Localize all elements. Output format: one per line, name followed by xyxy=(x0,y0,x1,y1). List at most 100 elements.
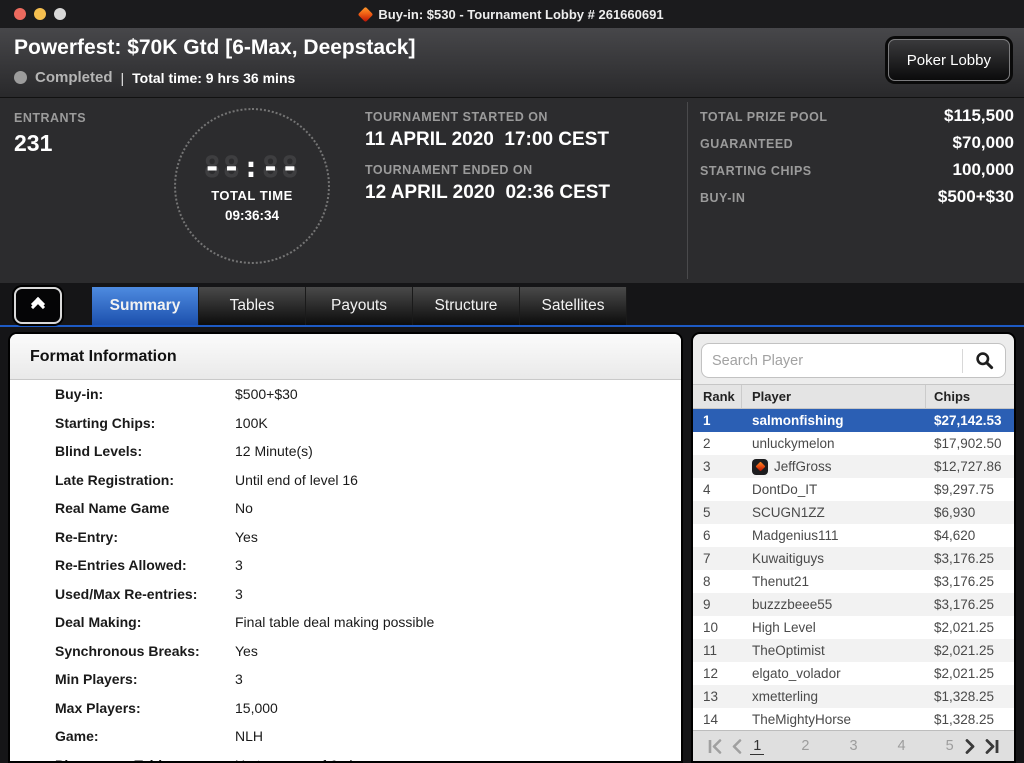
format-info-label: Synchronous Breaks: xyxy=(55,642,200,659)
format-info-value: 3 xyxy=(235,557,243,574)
player-row[interactable]: 14 TheMightyHorse $1,328.25 xyxy=(693,708,1014,730)
player-name-cell: Madgenius111 xyxy=(742,528,926,543)
ended-on-label: TOURNAMENT ENDED ON xyxy=(365,163,533,177)
format-info-value: 3 xyxy=(235,585,243,602)
player-row[interactable]: 6 Madgenius111 $4,620 xyxy=(693,524,1014,547)
previous-page-button[interactable] xyxy=(731,738,743,754)
format-info-row: Re-Entry: Yes xyxy=(10,523,681,552)
player-name-cell: salmonfishing xyxy=(742,413,926,428)
player-row[interactable]: 1 salmonfishing $27,142.53 xyxy=(693,409,1014,432)
stat-label: STARTING CHIPS xyxy=(700,164,812,178)
poker-lobby-button[interactable]: Poker Lobby xyxy=(887,39,1010,81)
status-label: Completed xyxy=(35,69,113,86)
page-number-2[interactable]: 2 xyxy=(798,738,812,755)
chips-cell: $2,021.25 xyxy=(934,666,995,681)
tab-structure[interactable]: Structure xyxy=(413,287,520,325)
rank-cell: 9 xyxy=(703,597,711,612)
stat-label: TOTAL PRIZE POOL xyxy=(700,110,828,124)
next-page-button[interactable] xyxy=(964,738,976,754)
rank-cell: 1 xyxy=(703,413,711,428)
player-row[interactable]: 4 DontDo_IT $9,297.75 xyxy=(693,478,1014,501)
player-row[interactable]: 13 xmetterling $1,328.25 xyxy=(693,685,1014,708)
format-information-title: Format Information xyxy=(10,334,681,380)
search-player-box xyxy=(701,343,1006,378)
format-info-row: Players per Table:Up to a max of 6 playe… xyxy=(10,751,681,761)
tab-satellites[interactable]: Satellites xyxy=(520,287,627,325)
tab-payouts[interactable]: Payouts xyxy=(306,287,413,325)
format-info-value: 100K xyxy=(235,414,268,431)
format-info-label: Players per Table: xyxy=(55,757,235,761)
stat-row: GUARANTEED $70,000 xyxy=(700,133,1014,153)
rank-cell: 13 xyxy=(703,689,719,704)
tournament-header: Powerfest: $70K Gtd [6-Max, Deepstack] C… xyxy=(0,28,1024,98)
first-page-button[interactable] xyxy=(707,738,724,754)
player-row[interactable]: 5 SCUGN1ZZ $6,930 xyxy=(693,501,1014,524)
started-on-label: TOURNAMENT STARTED ON xyxy=(365,110,548,124)
collapse-panel-button[interactable] xyxy=(14,287,62,324)
pagination-bar: 1 2 3 4 5 xyxy=(693,730,1014,761)
rank-cell: 3 xyxy=(703,459,711,474)
zoom-window-button[interactable] xyxy=(54,8,66,20)
chips-cell: $3,176.25 xyxy=(934,574,995,589)
page-number-4[interactable]: 4 xyxy=(895,738,909,755)
player-name: Kuwaitiguys xyxy=(752,551,825,566)
format-info-row: Deal Making: Final table deal making poss… xyxy=(10,608,681,637)
format-info-value: Until end of level 16 xyxy=(235,471,358,488)
player-row[interactable]: 7 Kuwaitiguys $3,176.25 xyxy=(693,547,1014,570)
rank-cell: 5 xyxy=(703,505,711,520)
player-row[interactable]: 8 Thenut21 $3,176.25 xyxy=(693,570,1014,593)
lobby-content: Format Information Buy-in: $500+$30 Starti… xyxy=(0,327,1024,763)
player-name-cell: unluckymelon xyxy=(742,436,926,451)
format-info-value: NLH xyxy=(235,728,264,745)
player-name-cell: DontDo_IT xyxy=(742,482,926,497)
player-name: JeffGross xyxy=(774,459,832,474)
tab-tables[interactable]: Tables xyxy=(199,287,306,325)
format-info-label: Blind Levels: xyxy=(55,443,143,460)
stat-row: TOTAL PRIZE POOL $115,500 xyxy=(700,106,1014,126)
format-info-label: Buy-in: xyxy=(55,386,104,403)
lobby-tabstrip: Summary Tables Payouts Structure Satellites xyxy=(0,283,1024,327)
player-row[interactable]: 10 High Level $2,021.25 xyxy=(693,616,1014,639)
tab-summary[interactable]: Summary xyxy=(92,287,199,325)
player-row[interactable]: 11 TheOptimist $2,021.25 xyxy=(693,639,1014,662)
player-name: buzzzbeee55 xyxy=(752,597,833,612)
player-name-cell: TheOptimist xyxy=(742,643,926,658)
partypoker-diamond-icon xyxy=(358,6,374,22)
prize-stats: TOTAL PRIZE POOL $115,500 GUARANTEED $70,00… xyxy=(700,106,1014,214)
rank-cell: 10 xyxy=(703,620,719,635)
rank-cell: 7 xyxy=(703,551,711,566)
player-name-cell: TheMightyHorse xyxy=(742,712,926,727)
entrants-label: ENTRANTS xyxy=(14,111,87,125)
rank-cell: 8 xyxy=(703,574,711,589)
player-name-cell: Thenut21 xyxy=(742,574,926,589)
format-info-label: Game: xyxy=(55,728,99,745)
rank-cell: 2 xyxy=(703,436,711,451)
page-number-1[interactable]: 1 xyxy=(750,738,765,755)
rank-column-header: Rank xyxy=(693,385,742,408)
player-row[interactable]: 12 elgato_volador $2,021.25 xyxy=(693,662,1014,685)
started-on-value: 11 APRIL 2020 17:00 CEST xyxy=(365,129,609,150)
minimize-window-button[interactable] xyxy=(34,8,46,20)
player-name: TheMightyHorse xyxy=(752,712,852,727)
page-number-5[interactable]: 5 xyxy=(943,738,957,755)
chips-column-header: Chips xyxy=(934,389,971,404)
player-row[interactable]: 9 buzzzbeee55 $3,176.25 xyxy=(693,593,1014,616)
window-titlebar: Buy-in: $530 - Tournament Lobby # 261660… xyxy=(0,0,1024,28)
format-info-value: Final table deal making possible xyxy=(235,614,435,631)
player-name-cell: High Level xyxy=(742,620,926,635)
overview-divider xyxy=(687,102,688,279)
player-row[interactable]: 3 JeffGross $12,727.86 xyxy=(693,455,1014,478)
player-name: DontDo_IT xyxy=(752,482,818,497)
chips-cell: $1,328.25 xyxy=(934,712,995,727)
player-name-cell: Kuwaitiguys xyxy=(742,551,926,566)
rank-cell: 11 xyxy=(703,643,718,658)
format-info-value: 12 Minute(s) xyxy=(235,443,313,460)
format-info-row: Buy-in: $500+$30 xyxy=(10,380,681,409)
close-window-button[interactable] xyxy=(14,8,26,20)
last-page-button[interactable] xyxy=(983,738,1000,754)
page-number-3[interactable]: 3 xyxy=(846,738,860,755)
format-info-label: Max Players: xyxy=(55,699,141,716)
search-button[interactable] xyxy=(963,344,1005,377)
search-player-input[interactable] xyxy=(702,352,962,369)
player-row[interactable]: 2 unluckymelon $17,902.50 xyxy=(693,432,1014,455)
